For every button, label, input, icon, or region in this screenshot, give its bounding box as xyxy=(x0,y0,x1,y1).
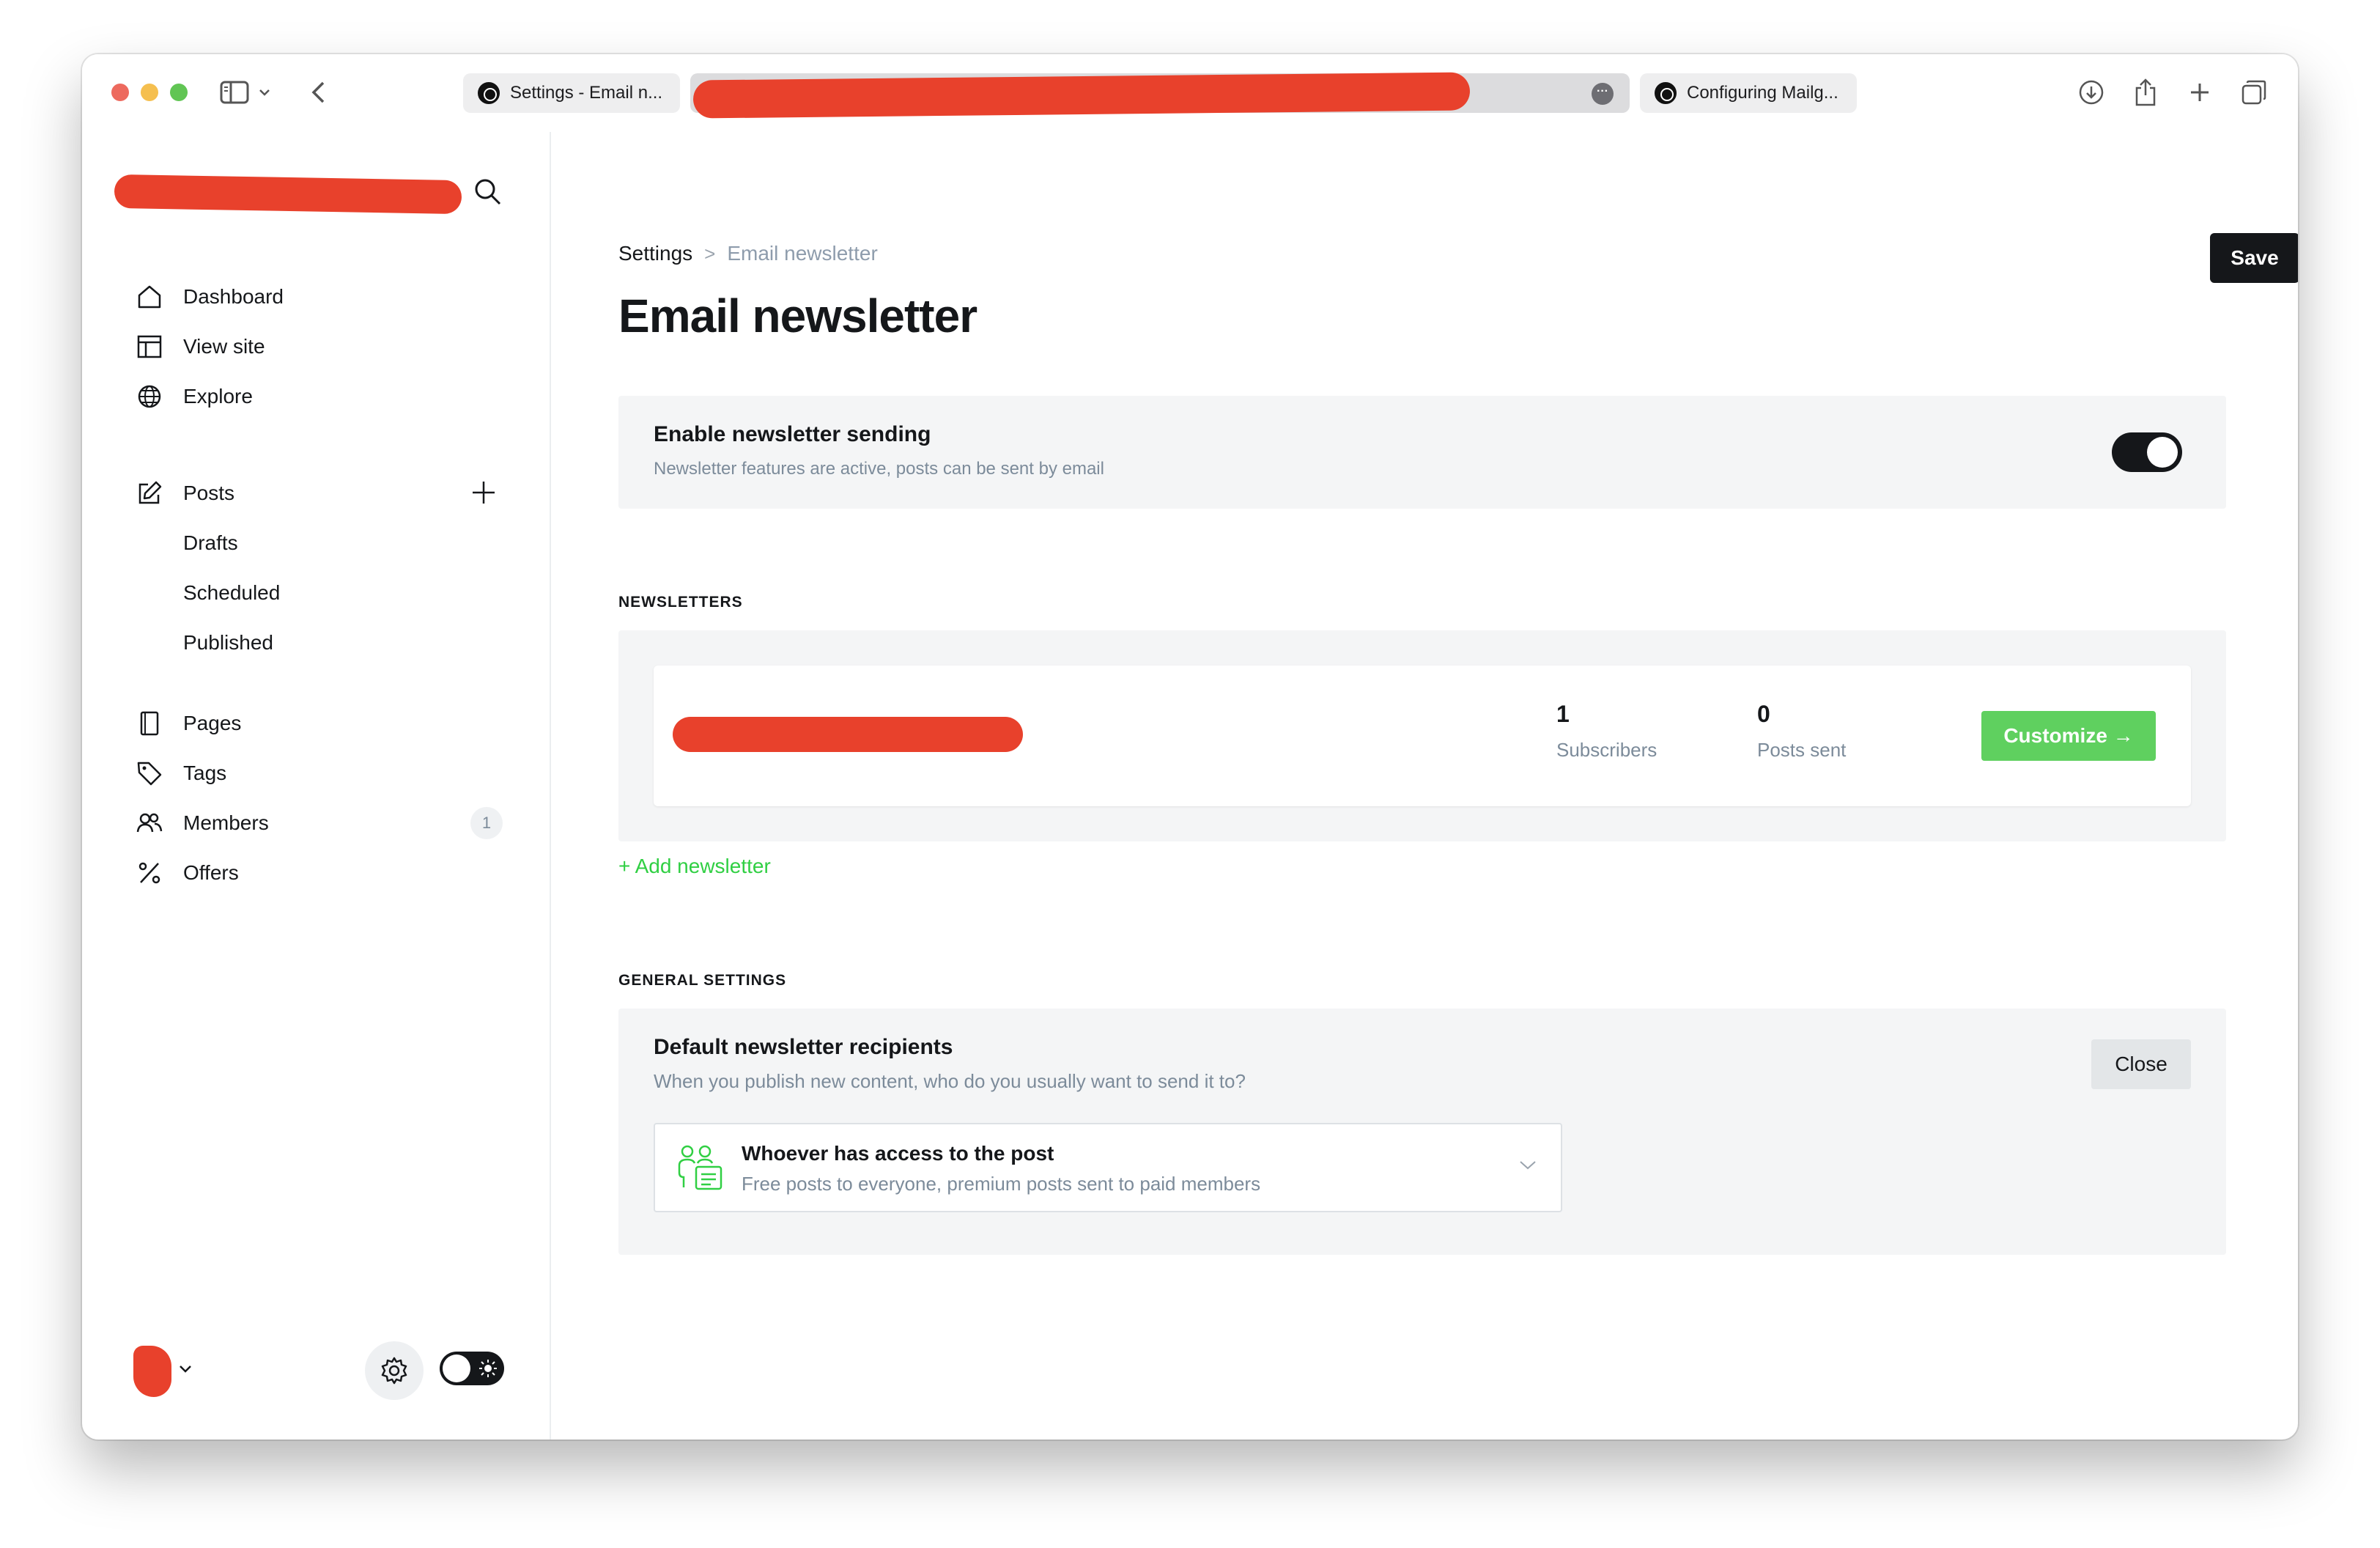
sidebar-item-drafts[interactable]: Drafts xyxy=(183,525,238,561)
select-chevron-down-icon xyxy=(1518,1160,1537,1174)
sidebar-item-label: Posts xyxy=(183,482,235,504)
pencil-icon xyxy=(135,479,164,508)
percent-icon xyxy=(135,858,164,888)
selected-option-title: Whoever has access to the post xyxy=(742,1142,1054,1165)
sidebar-item-explore[interactable]: Explore xyxy=(135,378,253,415)
layout-icon xyxy=(135,332,164,361)
page-title: Email newsletter xyxy=(618,290,978,342)
tag-icon xyxy=(135,759,164,788)
sidebar-item-label: Pages xyxy=(183,712,242,734)
new-tab-plus-icon[interactable] xyxy=(2181,73,2219,111)
tab-overview-icon[interactable] xyxy=(2235,73,2273,111)
sidebar-item-label: Offers xyxy=(183,861,239,884)
recipients-description: When you publish new content, who do you… xyxy=(654,1070,1246,1092)
default-recipients-panel: Default newsletter recipients When you p… xyxy=(618,1009,2226,1255)
save-button[interactable]: Save xyxy=(2210,233,2298,283)
recipients-title: Default newsletter recipients xyxy=(654,1035,953,1059)
ghost-favicon-icon xyxy=(1655,82,1677,104)
avatar[interactable] xyxy=(133,1346,171,1397)
customize-button[interactable]: Customize → xyxy=(1981,711,2156,761)
sidebar-item-pages[interactable]: Pages xyxy=(135,705,241,742)
share-icon[interactable] xyxy=(2126,73,2165,111)
add-newsletter-link[interactable]: + Add newsletter xyxy=(618,855,771,878)
sidebar-toggle-icon[interactable] xyxy=(215,73,254,111)
sidebar: Dashboard View site Explore Posts Drafts… xyxy=(82,132,551,1440)
sidebar-item-members[interactable]: Members xyxy=(135,805,269,841)
members-count-badge: 1 xyxy=(470,807,503,839)
newsletters-panel: 1 Subscribers 0 Posts sent Customize → xyxy=(618,630,2226,841)
sidebar-item-label: Dashboard xyxy=(183,285,284,308)
chevron-down-icon[interactable] xyxy=(254,73,276,111)
newsletter-card[interactable]: 1 Subscribers 0 Posts sent Customize → xyxy=(654,666,2191,806)
enable-newsletter-panel: Enable newsletter sending Newsletter fea… xyxy=(618,396,2226,509)
tab-settings-email[interactable]: Settings - Email n... xyxy=(463,73,680,113)
sidebar-item-dashboard[interactable]: Dashboard xyxy=(135,279,284,315)
back-arrow-icon[interactable] xyxy=(299,73,337,111)
sidebar-item-posts[interactable]: Posts xyxy=(135,475,234,512)
selected-option-description: Free posts to everyone, premium posts se… xyxy=(742,1173,1261,1195)
tab-label: Configuring Mailg... xyxy=(1687,83,1838,103)
sidebar-item-tags[interactable]: Tags xyxy=(135,755,226,792)
close-window-button[interactable] xyxy=(111,84,129,101)
zoom-window-button[interactable] xyxy=(170,84,188,101)
newsletters-heading: NEWSLETTERS xyxy=(618,594,743,611)
tab-configuring-mailgun[interactable]: Configuring Mailg... xyxy=(1640,73,1857,113)
sidebar-item-label: View site xyxy=(183,335,265,358)
enable-newsletter-description: Newsletter features are active, posts ca… xyxy=(654,459,1104,479)
enable-newsletter-toggle[interactable] xyxy=(2112,432,2182,472)
posts-sent-label: Posts sent xyxy=(1757,739,1847,761)
dark-mode-toggle[interactable] xyxy=(440,1352,504,1385)
new-post-plus-icon[interactable] xyxy=(465,473,503,512)
more-options-icon[interactable]: ··· xyxy=(1592,83,1614,105)
sidebar-item-label: Explore xyxy=(183,385,253,408)
globe-icon xyxy=(135,382,164,411)
tab-label: Settings - Email n... xyxy=(510,83,663,103)
page-icon xyxy=(135,709,164,738)
enable-newsletter-title: Enable newsletter sending xyxy=(654,422,931,446)
site-name-redaction xyxy=(114,174,462,215)
browser-titlebar: Settings - Email n... ··· Configuring Ma… xyxy=(82,54,2298,132)
members-access-icon xyxy=(677,1143,724,1192)
home-icon xyxy=(135,282,164,312)
general-settings-heading: GENERAL SETTINGS xyxy=(618,972,787,989)
sidebar-item-view-site[interactable]: View site xyxy=(135,328,265,365)
sidebar-item-offers[interactable]: Offers xyxy=(135,855,239,891)
search-icon[interactable] xyxy=(466,170,510,214)
main-content: Settings > Email newsletter Email newsle… xyxy=(552,132,2298,1440)
sidebar-item-label: Members xyxy=(183,811,269,834)
newsletter-name-redaction xyxy=(673,717,1023,752)
subscribers-count: 1 xyxy=(1556,701,1570,727)
members-icon xyxy=(135,808,164,838)
recipients-select[interactable]: Whoever has access to the post Free post… xyxy=(654,1123,1562,1212)
browser-window: Settings - Email n... ··· Configuring Ma… xyxy=(82,54,2298,1440)
ghost-favicon-icon xyxy=(478,82,500,104)
breadcrumb-separator: > xyxy=(704,242,716,265)
breadcrumb-current: Email newsletter xyxy=(727,242,878,265)
download-icon[interactable] xyxy=(2072,73,2110,111)
sidebar-item-published[interactable]: Published xyxy=(183,624,273,661)
sidebar-item-scheduled[interactable]: Scheduled xyxy=(183,575,280,611)
minimize-window-button[interactable] xyxy=(141,84,158,101)
close-button[interactable]: Close xyxy=(2091,1039,2191,1089)
redaction-mark xyxy=(692,72,1471,119)
posts-sent-count: 0 xyxy=(1757,701,1770,727)
toggle-knob xyxy=(443,1354,470,1382)
settings-gear-icon[interactable] xyxy=(365,1341,424,1400)
account-chevron-down-icon[interactable] xyxy=(174,1354,196,1384)
breadcrumb: Settings > Email newsletter xyxy=(618,242,878,265)
sidebar-item-label: Tags xyxy=(183,762,227,784)
subscribers-label: Subscribers xyxy=(1556,739,1658,761)
sun-icon xyxy=(478,1358,498,1379)
breadcrumb-settings-link[interactable]: Settings xyxy=(618,242,692,265)
